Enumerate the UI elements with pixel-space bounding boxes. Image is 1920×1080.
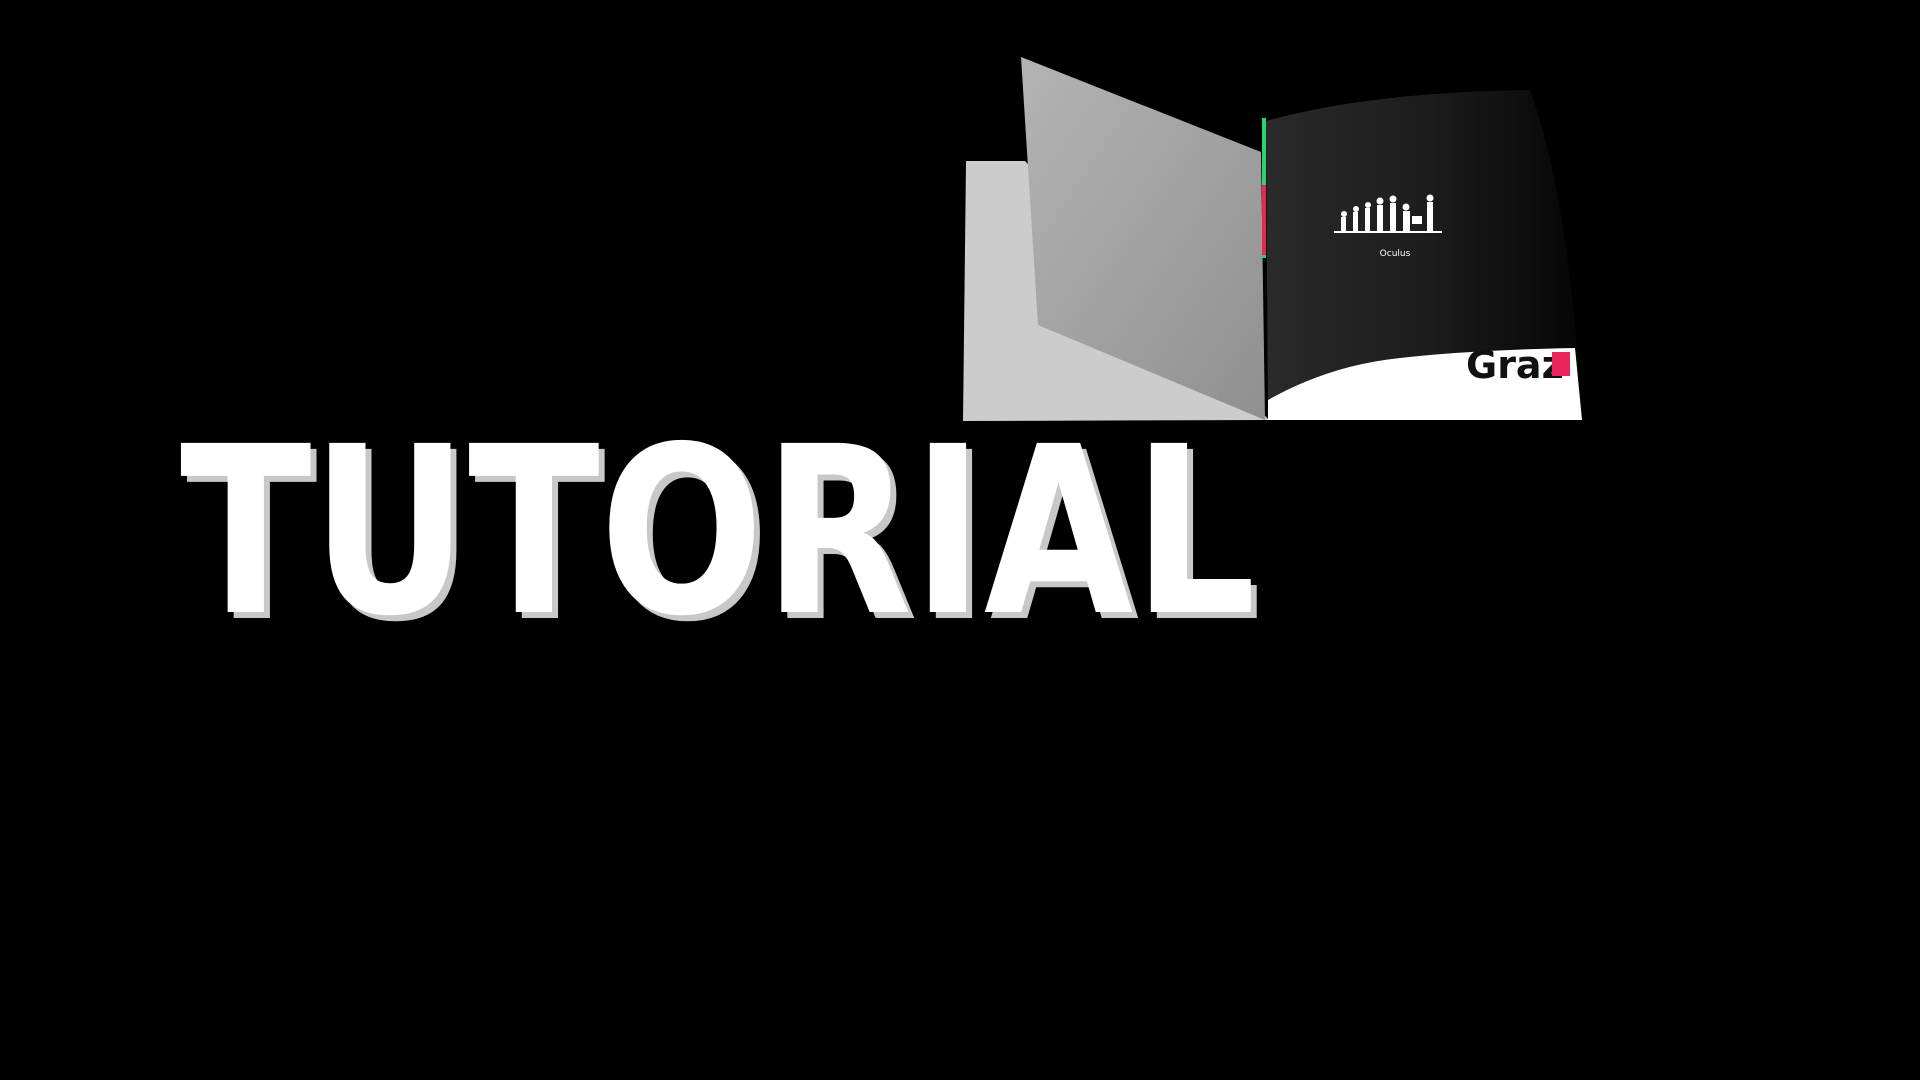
book-spine-accent — [1262, 185, 1266, 255]
pink-accent-square — [1552, 352, 1570, 376]
book: Oculus Graz — [963, 57, 1582, 421]
tutorial-title: TUTORIAL TUTORIAL — [180, 397, 1262, 673]
tutorial-title-text: TUTORIAL — [180, 397, 1256, 667]
book-right-page-bottom-text: Graz — [1466, 343, 1564, 387]
tutorial-title-scene: Oculus Graz TUTORIAL TUTORIAL — [180, 57, 1582, 673]
book-right-page-caption: Oculus — [1380, 249, 1411, 259]
